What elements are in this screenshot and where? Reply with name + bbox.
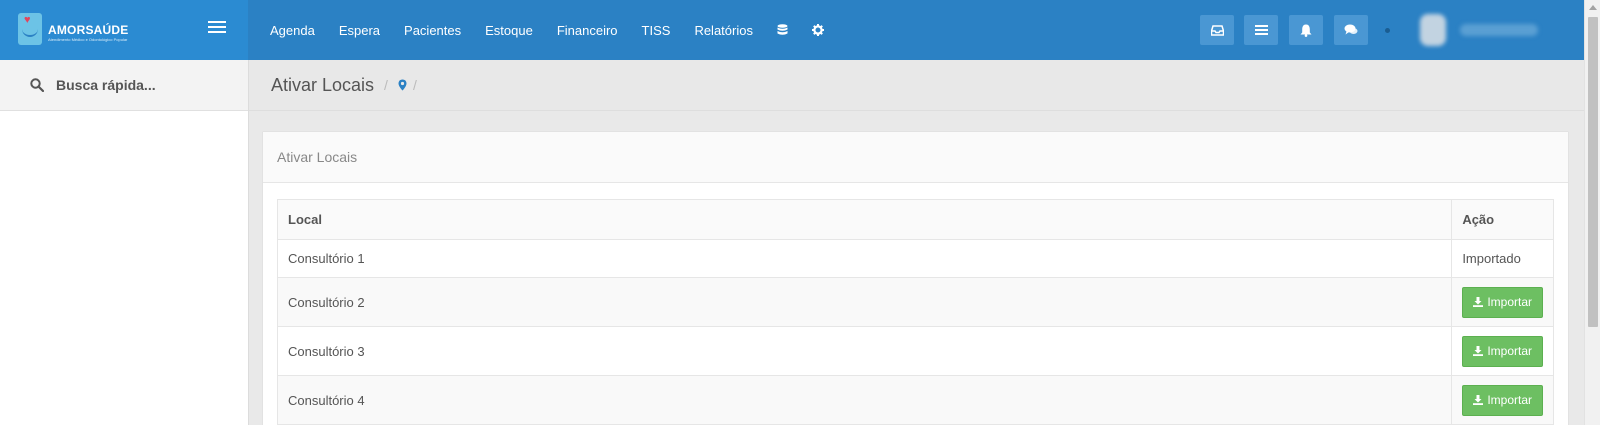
online-status-dot xyxy=(1385,28,1390,33)
search-icon xyxy=(30,78,44,92)
brand-tagline: Atendimento Médico e Odontológico Popula… xyxy=(48,37,128,42)
breadcrumb-separator: / xyxy=(384,77,388,93)
database-icon[interactable] xyxy=(777,24,788,36)
table-row: Consultório 1 Importado xyxy=(276,239,1554,278)
cell-action: Importar xyxy=(1451,277,1554,327)
panel-title: Ativar Locais xyxy=(263,132,1568,183)
table-row: Consultório 3 Importar xyxy=(276,326,1554,376)
cell-status-imported: Importado xyxy=(1451,239,1554,278)
breadcrumb: Ativar Locais / / xyxy=(249,60,1584,111)
main-nav: Agenda Espera Pacientes Estoque Financei… xyxy=(270,0,848,60)
nav-item-financeiro[interactable]: Financeiro xyxy=(557,23,618,38)
import-button-label: Importar xyxy=(1487,393,1532,407)
list-button[interactable] xyxy=(1244,15,1278,45)
table-row: Consultório 4 Importar xyxy=(276,375,1554,425)
import-button-label: Importar xyxy=(1487,344,1532,358)
sidebar: Busca rápida... xyxy=(0,60,249,425)
nav-item-tiss[interactable]: TISS xyxy=(642,23,671,38)
chat-icon xyxy=(1344,24,1358,35)
map-marker-icon[interactable] xyxy=(398,79,407,91)
cell-local: Consultório 3 xyxy=(276,326,1453,376)
column-header-acao: Ação xyxy=(1451,199,1554,240)
download-icon xyxy=(1473,297,1484,307)
quick-search-label: Busca rápida... xyxy=(56,77,156,93)
brand-area: ♥ AMORSAÚDE Atendimento Médico e Odontol… xyxy=(0,0,248,60)
table-row: Consultório 2 Importar xyxy=(276,277,1554,327)
page-title: Ativar Locais xyxy=(271,74,375,95)
import-button[interactable]: Importar xyxy=(1462,335,1543,367)
cell-action: Importar xyxy=(1451,375,1554,425)
gear-icon[interactable] xyxy=(811,24,824,36)
cell-local: Consultório 4 xyxy=(276,375,1453,425)
cell-local: Consultório 2 xyxy=(276,277,1453,327)
list-icon xyxy=(1254,25,1268,35)
column-header-local: Local xyxy=(276,199,1453,240)
bell-icon xyxy=(1300,24,1312,37)
nav-item-espera[interactable]: Espera xyxy=(339,23,380,38)
scroll-up-arrow-icon[interactable] xyxy=(1589,5,1597,10)
page-scrollbar[interactable] xyxy=(1584,0,1600,425)
quick-search[interactable]: Busca rápida... xyxy=(0,60,248,111)
nav-item-pacientes[interactable]: Pacientes xyxy=(404,23,461,38)
download-icon xyxy=(1473,346,1484,356)
nav-item-agenda[interactable]: Agenda xyxy=(270,23,315,38)
locations-table: Local Ação Consultório 1 Importado Consu… xyxy=(276,199,1554,425)
breadcrumb-separator-2: / xyxy=(412,77,417,93)
import-button[interactable]: Importar xyxy=(1462,384,1543,416)
table-header-row: Local Ação xyxy=(276,199,1554,240)
nav-item-relatorios[interactable]: Relatórios xyxy=(694,23,753,38)
notifications-button[interactable] xyxy=(1289,15,1323,45)
import-button[interactable]: Importar xyxy=(1462,286,1543,318)
top-navbar: ♥ AMORSAÚDE Atendimento Médico e Odontol… xyxy=(0,0,1584,60)
inbox-icon xyxy=(1210,24,1224,36)
nav-item-estoque[interactable]: Estoque xyxy=(485,23,533,38)
locations-panel: Ativar Locais Local Ação Consultório 1 I… xyxy=(262,131,1569,425)
download-icon xyxy=(1473,395,1484,405)
menu-toggle-icon[interactable] xyxy=(208,21,226,35)
brand-name: AMORSAÚDE xyxy=(48,23,129,37)
scrollbar-thumb[interactable] xyxy=(1588,17,1598,327)
inbox-button[interactable] xyxy=(1200,15,1234,45)
avatar[interactable] xyxy=(1420,14,1446,46)
cell-local: Consultório 1 xyxy=(276,239,1453,278)
amorsaude-logo-icon[interactable]: ♥ xyxy=(18,13,42,45)
import-button-label: Importar xyxy=(1487,295,1532,309)
cell-action: Importar xyxy=(1451,326,1554,376)
chat-button[interactable] xyxy=(1334,15,1368,45)
user-name-blurred[interactable] xyxy=(1460,24,1538,36)
